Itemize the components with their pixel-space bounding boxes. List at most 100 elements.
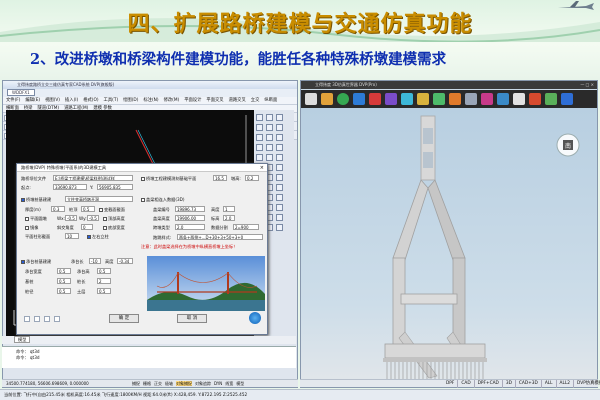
menu-edit[interactable]: 编辑(E) <box>25 98 40 103</box>
exit-icon[interactable] <box>561 93 573 105</box>
right-value2-input[interactable]: 0.2 <box>245 175 259 181</box>
measure-icon[interactable] <box>465 93 477 105</box>
variable-row[interactable]: 变截面截面 <box>99 207 125 213</box>
outer-row[interactable]: 顶部高度 <box>103 216 125 222</box>
base-input3[interactable]: 0.5 <box>57 268 71 274</box>
base-checkbox[interactable] <box>21 260 25 264</box>
mode-3d[interactable]: 3D <box>503 380 516 388</box>
lr-checkbox[interactable] <box>87 235 91 239</box>
menu-plan-cross[interactable]: 平面交叉 <box>206 98 223 103</box>
side-tool-5-icon[interactable] <box>266 124 273 131</box>
side-tool-2-icon[interactable] <box>266 114 273 121</box>
variable-checkbox[interactable] <box>99 208 103 212</box>
thick-input[interactable]: 0.3 <box>51 206 65 212</box>
menu-dim[interactable]: 标注(N) <box>143 98 158 103</box>
menu-plan[interactable]: 平面设计 <box>184 98 201 103</box>
right-value9-input[interactable]: 两条+两侧+...D+30+3+50+3+0 <box>177 234 263 240</box>
base-input7[interactable]: 0.5 <box>57 288 71 294</box>
pier-check-row[interactable]: 桥墩桩基建建 <box>21 197 51 203</box>
side-tool-14-icon[interactable] <box>266 154 273 161</box>
settings-icon[interactable] <box>497 93 509 105</box>
angle-input[interactable]: 0 <box>81 224 93 230</box>
side-tool-7-icon[interactable] <box>256 134 263 141</box>
info-icon[interactable] <box>353 93 365 105</box>
menu-insert[interactable]: 插入(I) <box>65 98 78 103</box>
side-tool-10-icon[interactable] <box>256 144 263 151</box>
load-settings-icon[interactable] <box>33 315 40 322</box>
side-tool-30-icon[interactable] <box>276 204 283 211</box>
tab-model[interactable]: 模型 <box>14 336 31 343</box>
polar-toggle[interactable]: 极轴 <box>165 381 173 386</box>
cancel-button[interactable]: 取 消 <box>177 314 207 323</box>
reset-icon[interactable] <box>53 315 60 322</box>
mirror-checkbox[interactable] <box>25 226 29 230</box>
menu-profile[interactable]: 纵断面 <box>264 98 277 103</box>
section-row[interactable]: 平面圆墩 <box>25 216 47 222</box>
side-tool-11-icon[interactable] <box>266 144 273 151</box>
globe-icon[interactable] <box>401 93 413 105</box>
side-tool-33-icon[interactable] <box>276 214 283 221</box>
top-input[interactable]: 0.5 <box>81 206 95 212</box>
side-tool-21-icon[interactable] <box>276 174 283 181</box>
right-cap-checkbox[interactable] <box>141 198 145 202</box>
mode-dpf[interactable]: DPF <box>443 380 459 388</box>
side-tool-1-icon[interactable] <box>256 114 263 121</box>
section-num-input[interactable]: 10 <box>65 233 79 239</box>
right-value5-input[interactable]: 19906.00 <box>175 215 205 221</box>
3d-scene[interactable]: 南 <box>301 108 597 387</box>
home-icon[interactable] <box>305 93 317 105</box>
menu-view[interactable]: 视图(V) <box>45 98 60 103</box>
mirror-row[interactable]: 镜像 <box>25 225 38 231</box>
menu-format[interactable]: 格式(O) <box>83 98 98 103</box>
walk-icon[interactable] <box>321 93 333 105</box>
base-input1[interactable]: -10 <box>89 258 101 264</box>
mode-all2[interactable]: ALL2 <box>557 380 575 388</box>
lr-row[interactable]: 左右立柱 <box>87 234 109 240</box>
mode-all[interactable]: ALL <box>542 380 557 388</box>
side-tool-27-icon[interactable] <box>276 194 283 201</box>
right-main-checkbox[interactable] <box>141 177 145 181</box>
grid-toggle[interactable]: 栅格 <box>143 381 151 386</box>
doc-tab[interactable]: WDDFX1 <box>7 89 35 96</box>
close-icon[interactable]: × <box>260 164 264 172</box>
base-input5[interactable]: 0.5 <box>57 278 71 284</box>
image-icon[interactable] <box>481 93 493 105</box>
right-value8-input[interactable]: 2=900 <box>233 224 259 230</box>
right-value4-input[interactable]: 1 <box>223 206 235 212</box>
mode-dvp-sim[interactable]: DVP仿真模拟 <box>574 380 600 388</box>
wy-input[interactable]: -0.5 <box>87 215 99 221</box>
terrain-icon[interactable] <box>433 93 445 105</box>
right-value7-input[interactable]: 2.0 <box>175 224 205 230</box>
base-input6[interactable]: 2 <box>97 278 111 284</box>
base-row[interactable]: 承台桩基建建 <box>21 259 51 265</box>
save-settings-icon[interactable] <box>23 315 30 322</box>
camera-icon[interactable] <box>385 93 397 105</box>
base-input2[interactable]: -0.34 <box>117 258 133 264</box>
outer-checkbox[interactable] <box>103 217 107 221</box>
start-x-input[interactable]: 33690.873 <box>53 184 87 190</box>
menu-interchange[interactable]: 立交 <box>251 98 260 103</box>
mode-dpf-cad[interactable]: DPF+CAD <box>475 380 503 388</box>
model-toggle[interactable]: 模型 <box>236 381 244 386</box>
menu-file[interactable]: 文件(F) <box>6 98 20 103</box>
command-line[interactable]: 命令： qt3d 命令： qt3d <box>2 346 296 368</box>
mode-cad-3d[interactable]: CAD+3D <box>516 380 542 388</box>
right-value1-input[interactable]: 16.5 <box>213 175 227 181</box>
compass-icon[interactable]: 南 <box>555 132 581 158</box>
mode-cad[interactable]: CAD <box>458 380 475 388</box>
wx-input[interactable]: -0.5 <box>65 215 77 221</box>
lineweight-toggle[interactable]: 线宽 <box>225 381 233 386</box>
right-value6-input[interactable]: 2.0 <box>223 215 235 221</box>
menu-draw[interactable]: 绘图(D) <box>123 98 138 103</box>
side-tool-18-icon[interactable] <box>276 164 283 171</box>
menu-tools[interactable]: 工具(T) <box>104 98 119 103</box>
side-tool-36-icon[interactable] <box>276 224 283 231</box>
preview-icon[interactable] <box>43 315 50 322</box>
side-tool-13-icon[interactable] <box>256 154 263 161</box>
lower-checkbox[interactable] <box>103 226 107 230</box>
side-tool-24-icon[interactable] <box>276 184 283 191</box>
lower-row[interactable]: 底部宽度 <box>103 225 125 231</box>
car-icon[interactable] <box>449 93 461 105</box>
start-y-input[interactable]: 56905.835 <box>97 184 133 190</box>
otrack-toggle[interactable]: 对象追踪 <box>195 381 211 386</box>
